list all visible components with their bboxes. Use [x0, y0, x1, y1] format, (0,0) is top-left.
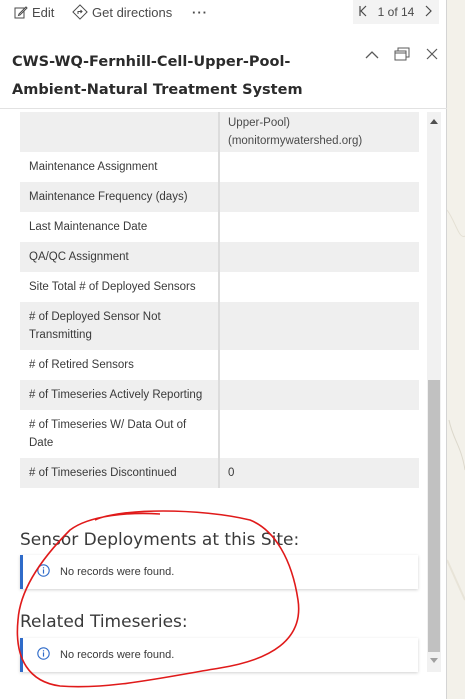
partial-value: Upper-Pool) (monitormywatershed.org) — [228, 117, 363, 147]
popup-header: CWS-WQ-Fernhill-Cell-Upper-Pool-Ambient-… — [0, 40, 447, 106]
table-row: Maintenance Assignment — [20, 152, 419, 182]
close-icon — [426, 47, 438, 65]
attribute-value — [219, 380, 419, 410]
attribute-key: Last Maintenance Date — [20, 212, 220, 242]
attribute-value: 0 — [228, 467, 235, 479]
notice-text: No records were found. — [60, 566, 175, 578]
dock-button[interactable] — [387, 44, 417, 68]
edit-button[interactable]: Edit — [14, 0, 54, 24]
info-icon — [37, 647, 50, 663]
attribute-key: Maintenance Assignment — [20, 152, 220, 182]
table-row: # of Timeseries W/ Data Out of Date — [20, 410, 419, 458]
section-title-sensor-deployments: Sensor Deployments at this Site: — [20, 530, 300, 550]
vertical-scrollbar[interactable] — [427, 112, 441, 672]
popup-panel: Edit Get directions ··· 1 of 14 CWS-WQ-F… — [0, 0, 447, 699]
section-title-related-timeseries: Related Timeseries: — [20, 612, 188, 632]
attribute-value — [219, 302, 419, 350]
attribute-key: # of Retired Sensors — [20, 350, 220, 380]
notice-text: No records were found. — [60, 649, 175, 661]
table-row: # of Timeseries Actively Reporting — [20, 380, 419, 410]
attribute-value — [219, 272, 419, 302]
feature-title: CWS-WQ-Fernhill-Cell-Upper-Pool-Ambient-… — [12, 54, 303, 98]
feature-pager: 1 of 14 — [353, 0, 439, 24]
header-actions — [357, 44, 447, 68]
scroll-up-arrow-icon[interactable] — [427, 118, 441, 128]
popup-toolbar: Edit Get directions ··· 1 of 14 — [0, 0, 447, 24]
map-background[interactable] — [447, 0, 465, 699]
no-records-notice: No records were found. — [20, 555, 418, 589]
table-row: QA/QC Assignment — [20, 242, 419, 272]
directions-label: Get directions — [92, 4, 173, 20]
attribute-key: # of Timeseries W/ Data Out of Date — [20, 410, 220, 458]
table-row: Last Maintenance Date — [20, 212, 419, 242]
edit-icon — [14, 5, 28, 19]
attribute-key: Maintenance Frequency (days) — [20, 182, 220, 212]
attribute-key: QA/QC Assignment — [20, 242, 220, 272]
info-icon — [37, 564, 50, 580]
table-row: # of Deployed Sensor Not Transmitting — [20, 302, 419, 350]
chevron-up-icon — [365, 47, 379, 65]
close-button[interactable] — [417, 44, 447, 68]
more-actions-button[interactable]: ··· — [192, 0, 208, 24]
popup-content[interactable]: Upper-Pool) (monitormywatershed.org) Mai… — [0, 112, 447, 683]
chevron-right-icon[interactable] — [425, 5, 433, 20]
scroll-down-arrow-icon[interactable] — [427, 658, 441, 668]
attribute-key: Site Total # of Deployed Sensors — [20, 272, 220, 302]
attribute-value — [219, 242, 419, 272]
table-row: # of Retired Sensors — [20, 350, 419, 380]
pager-text: 1 of 14 — [377, 5, 415, 19]
collapse-button[interactable] — [357, 44, 387, 68]
table-row: Upper-Pool) (monitormywatershed.org) — [20, 112, 419, 152]
directions-icon — [72, 4, 88, 20]
no-records-notice: No records were found. — [20, 638, 418, 672]
attribute-table: Upper-Pool) (monitormywatershed.org) Mai… — [20, 112, 419, 488]
attribute-value — [219, 182, 419, 212]
attribute-value — [219, 350, 419, 380]
attribute-key: # of Deployed Sensor Not Transmitting — [20, 302, 220, 350]
table-row: Site Total # of Deployed Sensors — [20, 272, 419, 302]
dock-icon — [394, 47, 410, 66]
edit-label: Edit — [32, 4, 55, 20]
table-row: # of Timeseries Discontinued 0 — [20, 458, 419, 488]
scrollbar-thumb[interactable] — [428, 380, 440, 652]
more-label: ··· — [192, 4, 208, 20]
attribute-key: # of Timeseries Discontinued — [20, 458, 220, 488]
header-divider — [0, 108, 447, 109]
attribute-key: # of Timeseries Actively Reporting — [20, 380, 220, 410]
table-row: Maintenance Frequency (days) — [20, 182, 419, 212]
attribute-value — [219, 410, 419, 458]
chevron-left-icon[interactable] — [359, 5, 367, 20]
attribute-value — [219, 212, 419, 242]
attribute-value — [219, 152, 419, 182]
get-directions-button[interactable]: Get directions — [72, 0, 172, 24]
